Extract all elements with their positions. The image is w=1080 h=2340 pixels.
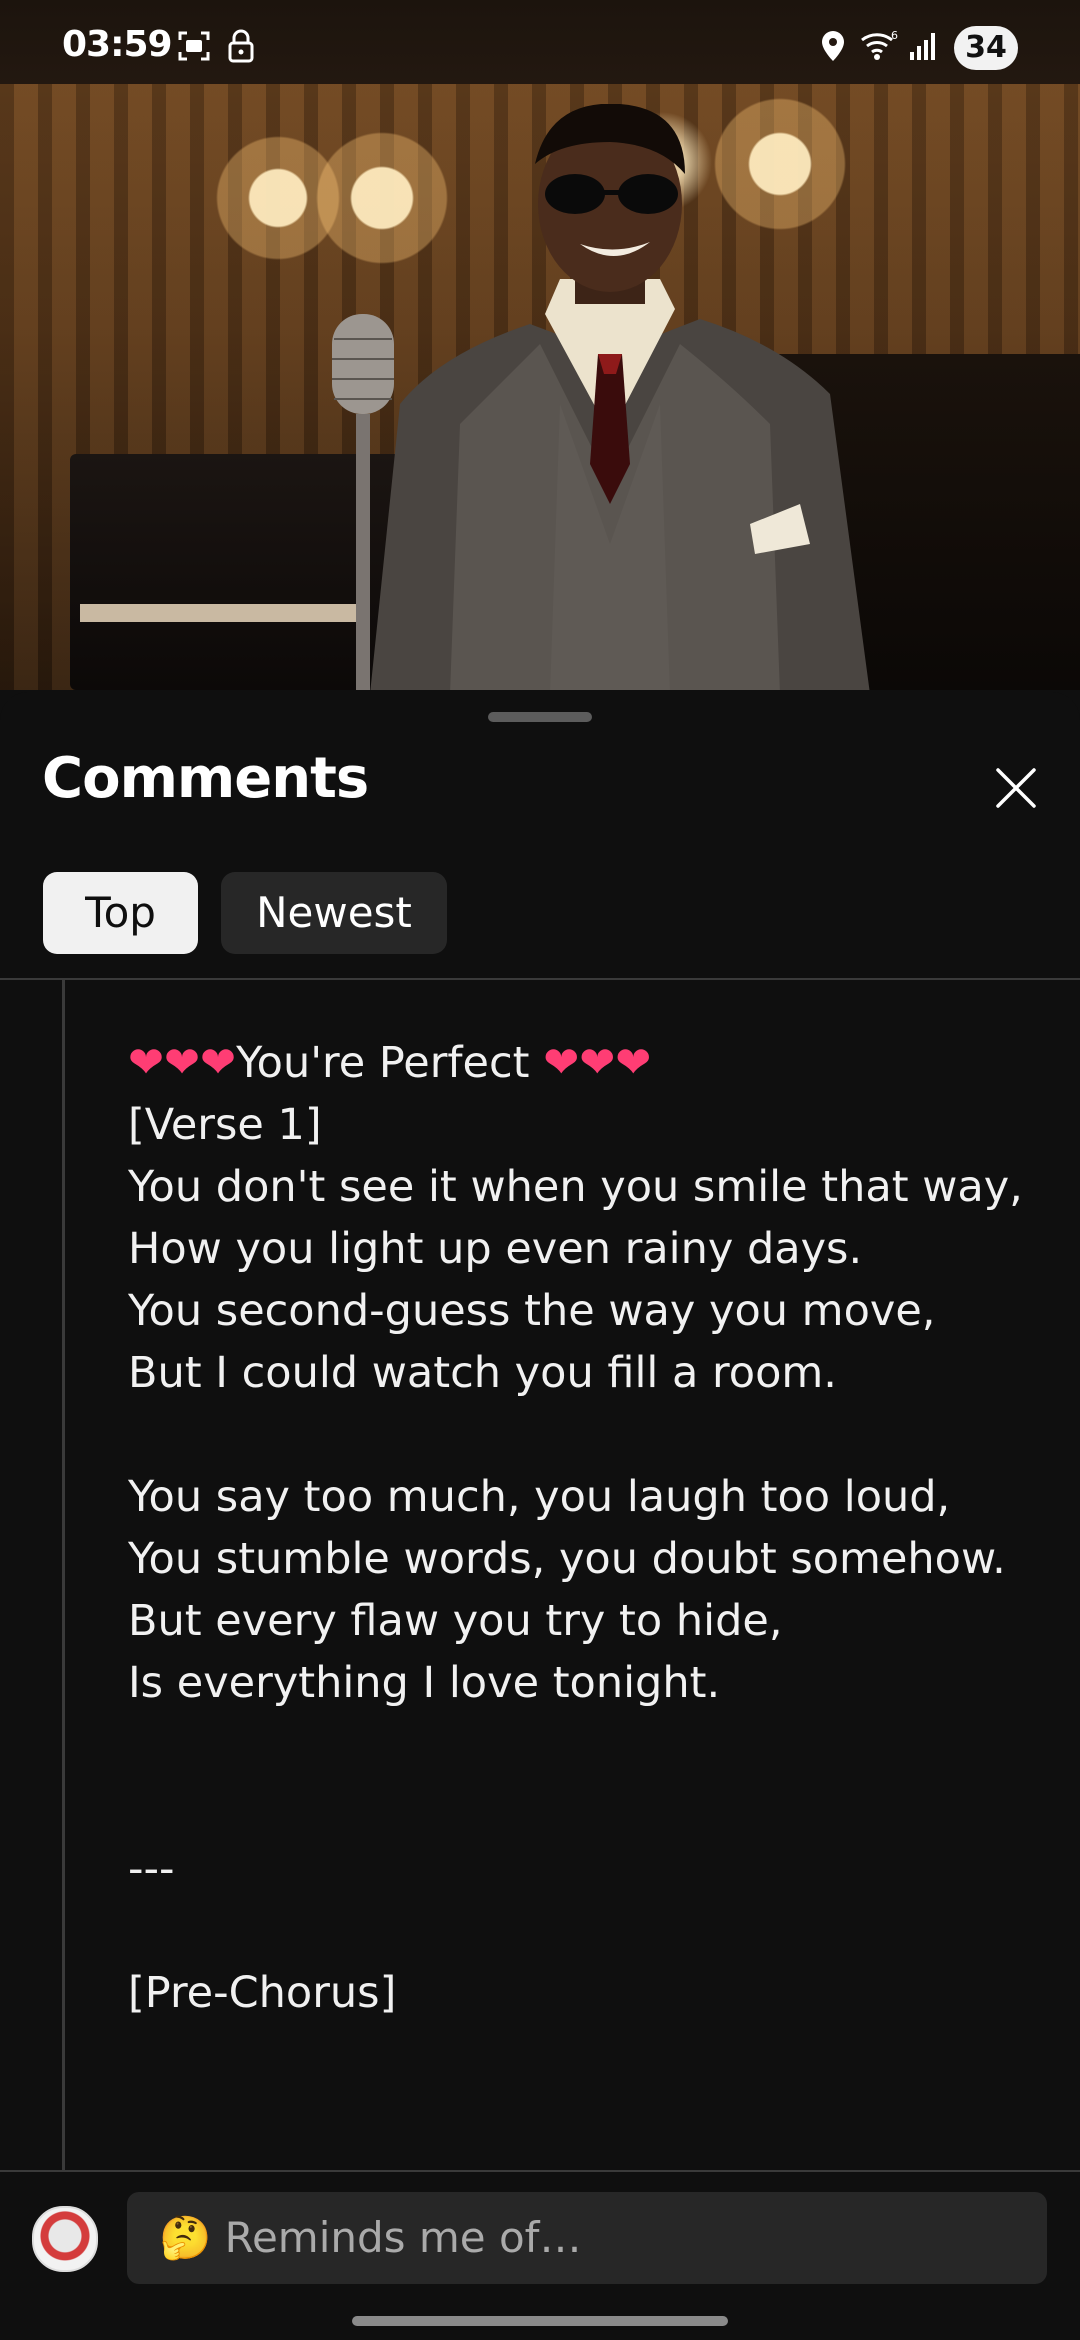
- comment-input[interactable]: 🤔 Reminds me of…: [127, 2192, 1047, 2284]
- battery-indicator: 34: [954, 26, 1018, 70]
- avatar[interactable]: [32, 2206, 98, 2272]
- status-time: 03:59: [62, 24, 173, 65]
- comment-title: You're Perfect: [236, 1038, 544, 1088]
- divider: [0, 2170, 1080, 2172]
- video-player[interactable]: [0, 84, 1080, 690]
- reply-thread-line: [62, 980, 65, 2170]
- singer-figure: [370, 104, 870, 690]
- comment-text: ❤❤❤You're Perfect ❤❤❤ [Verse 1] You don'…: [128, 1032, 1028, 2166]
- filter-chip-newest[interactable]: Newest: [221, 872, 447, 954]
- comments-sheet: Comments Top Newest ❤❤❤You're Perfect ❤❤…: [0, 692, 1080, 2340]
- sheet-title: Comments: [42, 746, 369, 811]
- svg-text:6: 6: [891, 29, 898, 42]
- comment-body: [Verse 1] You don't see it when you smil…: [128, 1100, 1023, 2018]
- lock-icon: [228, 29, 254, 63]
- microphone-icon: [332, 314, 394, 690]
- status-bar: 03:59 6 34: [0, 0, 1080, 84]
- divider: [0, 978, 1080, 980]
- home-indicator[interactable]: [352, 2316, 728, 2326]
- wifi-icon: 6: [861, 29, 898, 60]
- drag-handle[interactable]: [488, 712, 592, 722]
- hearts-emoji: ❤❤❤: [128, 1038, 237, 1088]
- signal-icon: [910, 33, 935, 60]
- screenshot-icon: [178, 31, 210, 61]
- hearts-emoji: ❤❤❤: [543, 1038, 652, 1088]
- close-icon[interactable]: [990, 762, 1042, 814]
- location-icon: [822, 31, 844, 61]
- filter-chip-top[interactable]: Top: [43, 872, 198, 954]
